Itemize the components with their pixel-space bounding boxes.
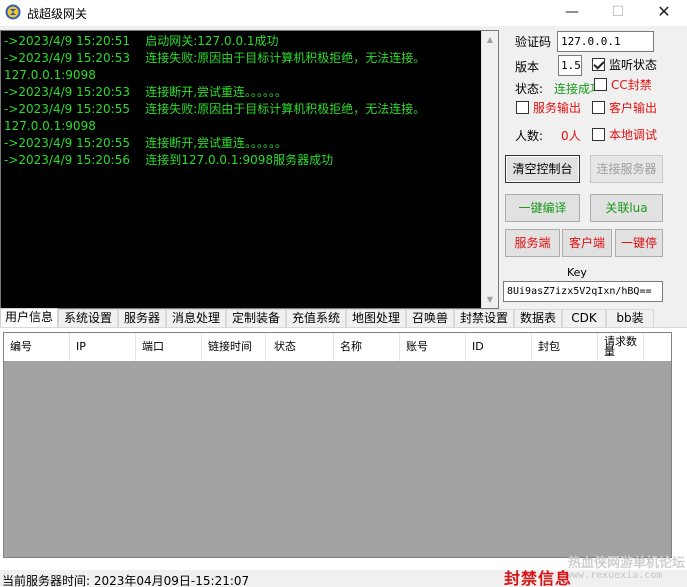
column-header[interactable]: ID <box>466 333 532 361</box>
column-header[interactable]: 状态 <box>268 333 334 361</box>
log-line: 127.0.0.1:9098 <box>4 68 96 82</box>
cc-ban-checkbox[interactable]: CC封禁 <box>594 78 652 94</box>
watermark-text: 热血侠网游单机论坛 <box>568 556 686 571</box>
column-header[interactable]: 名称 <box>334 333 400 361</box>
window-title: 战超级网关 <box>27 7 88 21</box>
log-line: 127.0.0.1:9098 <box>4 119 96 133</box>
client-output-checkbox[interactable]: 客户输出 <box>592 101 657 117</box>
one-click-compile-button[interactable]: 一键编译 <box>505 194 580 222</box>
tab-ban-settings[interactable]: 封禁设置 <box>454 309 514 327</box>
listen-status-checkbox[interactable]: 监听状态 <box>592 58 657 74</box>
app-logo-icon <box>5 4 21 20</box>
maximize-button[interactable]: ☐ <box>595 0 641 26</box>
tab-map-handling[interactable]: 地图处理 <box>346 309 406 327</box>
column-header[interactable]: IP <box>70 333 136 361</box>
log-line: ->2023/4/9 15:20:53 连接失败:原因由于目标计算机积极拒绝，无… <box>4 51 426 65</box>
server-time-text: 当前服务器时间: 2023年04月09日-15:21:07 <box>2 574 250 587</box>
log-console[interactable]: ->2023/4/9 15:20:51 启动网关:127.0.0.1成功 ->2… <box>0 30 499 309</box>
log-line: ->2023/4/9 15:20:56 连接到127.0.0.1:9098服务器… <box>4 153 334 167</box>
version-input[interactable]: 1.5 <box>558 55 582 76</box>
server-output-checkbox[interactable]: 服务输出 <box>516 101 581 117</box>
log-line: ->2023/4/9 15:20:53 连接断开,尝试重连。。。。。。 <box>4 85 288 99</box>
console-scrollbar[interactable]: ▲ ▼ <box>481 31 498 308</box>
checkbox-icon <box>594 78 607 91</box>
local-debug-checkbox[interactable]: 本地调试 <box>592 128 657 144</box>
tab-custom-equipment[interactable]: 定制装备 <box>226 309 286 327</box>
log-lines: ->2023/4/9 15:20:51 启动网关:127.0.0.1成功 ->2… <box>4 33 482 169</box>
player-count-value: 0人 <box>561 129 581 143</box>
version-label: 版本 <box>515 60 540 74</box>
column-header[interactable]: 账号 <box>400 333 466 361</box>
status-value: 连接成功 <box>554 82 594 96</box>
log-line: ->2023/4/9 15:20:55 连接断开,尝试重连。。。。。。 <box>4 136 288 150</box>
cc-ban-label: CC封禁 <box>611 78 652 92</box>
column-header[interactable]: 链接时间 <box>202 333 266 361</box>
tab-bar: 用户信息 系统设置 服务器 消息处理 定制装备 充值系统 地图处理 召唤兽 封禁… <box>0 308 687 328</box>
checkbox-checked-icon <box>592 58 605 71</box>
checkbox-icon <box>592 128 605 141</box>
one-click-stop-button[interactable]: 一键停 <box>615 229 663 257</box>
user-list[interactable]: 编号 IP 端口 链接时间 状态 名称 账号 ID 封包 请求数量 <box>3 332 672 558</box>
key-input[interactable]: 8Ui9asZ7izx5V2qIxn/hBQ== <box>503 281 663 302</box>
verify-code-label: 验证码 <box>515 35 552 49</box>
column-header[interactable]: 请求数量 <box>598 333 644 361</box>
associate-lua-button[interactable]: 关联lua <box>590 194 663 222</box>
tab-message-handling[interactable]: 消息处理 <box>166 309 226 327</box>
ban-info-label: 封禁信息 <box>504 569 573 587</box>
clear-console-button[interactable]: 清空控制台 <box>505 155 580 183</box>
user-list-header: 编号 IP 端口 链接时间 状态 名称 账号 ID 封包 请求数量 <box>4 333 671 361</box>
server-side-button[interactable]: 服务端 <box>505 229 560 257</box>
scroll-up-icon[interactable]: ▲ <box>482 31 498 48</box>
watermark-url: www.rexuexia.com <box>566 570 663 581</box>
column-header[interactable]: 端口 <box>136 333 202 361</box>
close-button[interactable]: ✕ <box>641 0 687 26</box>
checkbox-icon <box>516 101 529 114</box>
server-output-label: 服务输出 <box>533 101 582 115</box>
column-header[interactable]: 编号 <box>4 333 70 361</box>
checkbox-icon <box>592 101 605 114</box>
key-label: Key <box>567 266 587 279</box>
tab-summon-beast[interactable]: 召唤兽 <box>406 309 454 327</box>
column-header[interactable]: 封包 <box>532 333 598 361</box>
verify-code-input[interactable]: 127.0.0.1 <box>557 31 654 52</box>
client-output-label: 客户输出 <box>609 101 658 115</box>
log-line: ->2023/4/9 15:20:55 连接失败:原因由于目标计算机积极拒绝，无… <box>4 102 426 116</box>
log-line: ->2023/4/9 15:20:51 启动网关:127.0.0.1成功 <box>4 34 279 48</box>
tab-system-settings[interactable]: 系统设置 <box>58 309 118 327</box>
local-debug-label: 本地调试 <box>609 128 658 142</box>
tab-recharge-system[interactable]: 充值系统 <box>286 309 346 327</box>
app-window: 战超级网关 — ☐ ✕ ->2023/4/9 15:20:51 启动网关:127… <box>0 0 687 587</box>
tab-data-table[interactable]: 数据表 <box>514 309 562 327</box>
minimize-button[interactable]: — <box>549 0 595 26</box>
status-label: 状态: <box>515 82 544 96</box>
title-bar: 战超级网关 — ☐ ✕ <box>0 0 687 26</box>
scroll-down-icon[interactable]: ▼ <box>482 291 498 308</box>
player-count-label: 人数: <box>515 129 544 143</box>
tab-user-info[interactable]: 用户信息 <box>0 308 58 328</box>
connect-server-button[interactable]: 连接服务器 <box>590 155 663 183</box>
client-side-button[interactable]: 客户端 <box>562 229 612 257</box>
listen-status-label: 监听状态 <box>609 58 658 72</box>
tab-cdk[interactable]: CDK <box>562 309 606 327</box>
tab-bb-equipment[interactable]: bb装 <box>606 309 654 327</box>
tab-server[interactable]: 服务器 <box>118 309 166 327</box>
